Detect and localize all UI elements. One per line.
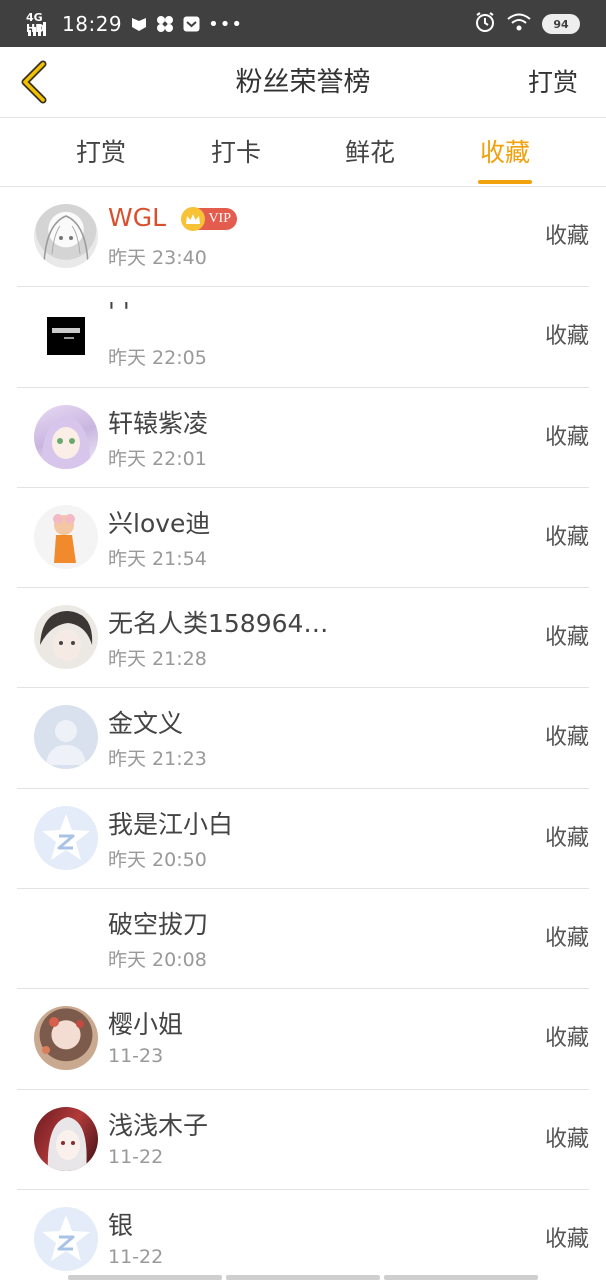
fan-action: 收藏 <box>544 725 589 751</box>
list-item[interactable]: 樱小姐 11-23 收藏 <box>17 989 589 1090</box>
fan-action: 收藏 <box>544 625 589 651</box>
nav-header: 粉丝荣誉榜 打赏 <box>0 47 606 118</box>
fan-name: ' ' <box>108 297 130 327</box>
star-logo-icon <box>42 1214 90 1261</box>
fan-notification-icon <box>156 15 174 33</box>
fan-time: 昨天 21:54 <box>108 547 207 570</box>
avatar <box>34 404 98 469</box>
reward-button[interactable]: 打赏 <box>528 47 578 118</box>
list-item[interactable]: WGL VIP 昨天 23:40 收藏 <box>17 187 589 288</box>
fan-time: 昨天 20:08 <box>108 949 207 972</box>
status-bar: 4G HD 18:29 ••• 94 <box>0 0 606 47</box>
more-notifications-icon: ••• <box>208 13 243 35</box>
fan-time: 昨天 21:23 <box>108 748 207 771</box>
star-logo-icon <box>42 813 90 860</box>
avatar <box>34 504 98 569</box>
list-item[interactable]: 破空拔刀 昨天 20:08 收藏 <box>17 889 589 990</box>
tab-favorites[interactable]: 收藏 <box>455 119 555 187</box>
default-user-icon <box>46 720 86 766</box>
shield-notification-icon <box>130 15 148 33</box>
active-tab-indicator <box>478 180 532 184</box>
fan-action: 收藏 <box>544 926 589 952</box>
fan-action: 收藏 <box>544 424 589 450</box>
list-item[interactable]: 兴love迪 昨天 21:54 收藏 <box>17 488 589 589</box>
list-item[interactable]: ' ' 昨天 22:05 收藏 <box>17 287 589 388</box>
scroll-indicator <box>68 1275 538 1280</box>
fan-time: 昨天 23:40 <box>108 247 207 269</box>
list-item[interactable]: 浅浅木子 11-22 收藏 <box>17 1090 589 1190</box>
fan-time: 11-22 <box>108 1245 164 1268</box>
fan-action: 收藏 <box>544 224 589 249</box>
list-item[interactable]: 无名人类158964… 昨天 21:28 收藏 <box>17 588 589 689</box>
tab-flowers[interactable]: 鲜花 <box>320 119 420 187</box>
fan-action: 收藏 <box>544 1026 589 1052</box>
avatar <box>34 605 98 670</box>
fan-name: 无名人类158964… <box>108 609 329 639</box>
fan-time: 昨天 22:05 <box>108 347 207 370</box>
avatar <box>34 1106 98 1171</box>
tab-bar: 打赏 打卡 鲜花 收藏 <box>0 119 606 187</box>
fan-action: 收藏 <box>544 1226 589 1252</box>
avatar <box>34 906 98 971</box>
avatar <box>34 1006 98 1071</box>
fan-name: 金文义 <box>108 709 184 739</box>
fan-time: 11-22 <box>108 1145 164 1168</box>
fan-time: 11-23 <box>108 1045 164 1068</box>
list-item[interactable]: 轩辕紫凌 昨天 22:01 收藏 <box>17 388 589 488</box>
battery-level: 94 <box>553 17 569 31</box>
battery-icon: 94 <box>542 14 580 34</box>
wifi-icon <box>506 12 532 36</box>
fan-action: 收藏 <box>544 524 589 550</box>
mail-notification-icon <box>182 15 200 33</box>
fan-time: 昨天 20:50 <box>108 848 207 871</box>
list-item[interactable]: 金文义 昨天 21:23 收藏 <box>17 688 589 789</box>
signal-icon <box>28 22 46 36</box>
fan-name: 银 <box>108 1210 134 1240</box>
fan-time: 昨天 21:28 <box>108 648 207 671</box>
network-indicator: 4G HD <box>26 11 56 37</box>
avatar <box>34 304 98 369</box>
fan-action: 收藏 <box>544 825 589 851</box>
vip-badge: VIP <box>181 207 237 231</box>
crown-icon <box>181 207 205 231</box>
fan-time: 昨天 22:01 <box>108 447 207 470</box>
fan-list: WGL VIP 昨天 23:40 收藏 ' ' 昨天 22:05 收藏 轩辕紫凌… <box>0 187 606 1280</box>
fan-name: 轩辕紫凌 <box>108 408 209 438</box>
page-title: 粉丝荣誉榜 <box>235 67 371 98</box>
fan-action: 收藏 <box>544 1126 589 1152</box>
fan-name: 浅浅木子 <box>108 1110 209 1140</box>
list-item[interactable]: 银 11-22 收藏 <box>17 1190 589 1280</box>
avatar <box>34 805 98 870</box>
fan-name: WGL <box>108 203 167 232</box>
status-time: 18:29 <box>62 12 123 36</box>
alarm-icon <box>474 11 496 37</box>
tab-checkin[interactable]: 打卡 <box>186 119 286 187</box>
fan-name: 破空拔刀 <box>108 910 209 940</box>
avatar <box>34 705 98 770</box>
avatar <box>34 1206 98 1271</box>
fan-name: 兴love迪 <box>108 508 211 538</box>
fan-name: 樱小姐 <box>108 1010 184 1040</box>
fan-name: 我是江小白 <box>108 809 234 839</box>
list-item[interactable]: 我是江小白 昨天 20:50 收藏 <box>17 789 589 890</box>
fan-action: 收藏 <box>544 324 589 350</box>
avatar <box>34 204 98 268</box>
tab-reward[interactable]: 打赏 <box>51 119 151 187</box>
